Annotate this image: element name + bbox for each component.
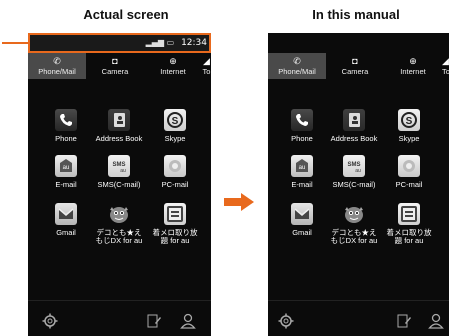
tab-bar: ✆ Phone/Mail ◘ Camera ⊕ Internet ◢ To xyxy=(28,53,211,79)
phone-icon xyxy=(55,109,77,131)
app-address-book[interactable]: Address Book xyxy=(87,109,151,143)
tab-label: Phone/Mail xyxy=(38,67,76,76)
app-skype[interactable]: S Skype xyxy=(377,109,441,143)
app-label: Phone xyxy=(55,134,77,143)
email-icon: au xyxy=(55,155,77,177)
tab-tools[interactable]: ◢ To xyxy=(442,53,449,79)
app-melody[interactable]: 着メロ取り放 題 for au xyxy=(143,203,207,245)
tab-internet[interactable]: ⊕ Internet xyxy=(144,53,202,79)
tools-icon: ◢ xyxy=(442,56,449,66)
svg-text:S: S xyxy=(172,116,179,127)
tab-internet[interactable]: ⊕ Internet xyxy=(384,53,442,79)
svg-text:au: au xyxy=(355,168,361,173)
edit-icon[interactable] xyxy=(146,313,162,334)
edit-icon[interactable] xyxy=(396,313,412,334)
app-label: Skype xyxy=(164,134,186,143)
phone-icon: ✆ xyxy=(53,56,61,66)
tab-tools[interactable]: ◢ To xyxy=(202,53,211,79)
bottom-bar xyxy=(268,300,449,336)
gmail-icon xyxy=(291,203,313,225)
phone-icon: ✆ xyxy=(293,56,301,66)
tab-label: Phone/Mail xyxy=(278,67,316,76)
app-label: Address Book xyxy=(95,134,143,143)
app-pc-mail[interactable]: PC-mail xyxy=(377,155,441,189)
tab-label: Internet xyxy=(400,67,426,76)
status-bar: ▂▄▆ ▭ 12:34 xyxy=(28,35,211,51)
settings-icon[interactable] xyxy=(42,313,58,334)
svg-text:au: au xyxy=(63,165,70,171)
bottom-bar xyxy=(28,300,211,336)
app-melody[interactable]: 着メロ取り放 題 for au xyxy=(377,203,441,245)
tab-camera[interactable]: ◘ Camera xyxy=(326,53,384,79)
callout-line xyxy=(2,42,30,44)
svg-text:au: au xyxy=(120,168,126,173)
app-label: デコとも★え もじDX for au xyxy=(95,228,143,245)
pc-mail-icon xyxy=(164,155,186,177)
tab-label: To xyxy=(202,67,211,76)
email-icon: au xyxy=(291,155,313,177)
gmail-icon xyxy=(55,203,77,225)
app-label: PC-mail xyxy=(395,180,423,189)
tab-bar: ✆ Phone/Mail ◘ Camera ⊕ Internet ◢ To xyxy=(268,53,449,79)
app-pc-mail[interactable]: PC-mail xyxy=(143,155,207,189)
arrow-right-icon xyxy=(224,193,254,211)
tab-camera[interactable]: ◘ Camera xyxy=(86,53,144,79)
skype-icon: S xyxy=(398,109,420,131)
globe-icon: ⊕ xyxy=(409,56,417,66)
app-label: E-mail xyxy=(291,180,313,189)
tab-label: Internet xyxy=(160,67,186,76)
camera-icon: ◘ xyxy=(352,56,358,66)
app-label: SMS(C-mail) xyxy=(332,180,376,189)
melody-icon xyxy=(164,203,186,225)
tools-icon: ◢ xyxy=(203,56,210,66)
caption-actual: Actual screen xyxy=(83,7,169,22)
app-deco[interactable]: デコとも★え もじDX for au xyxy=(87,203,151,245)
svg-text:au: au xyxy=(299,165,306,171)
app-label: Phone xyxy=(291,134,313,143)
globe-icon: ⊕ xyxy=(169,56,177,66)
signal-icon: ▂▄▆ ▭ xyxy=(145,38,175,47)
app-label: Skype xyxy=(398,134,420,143)
melody-icon xyxy=(398,203,420,225)
skype-icon: S xyxy=(164,109,186,131)
phone-icon xyxy=(291,109,313,131)
phone-screen-actual: ▂▄▆ ▭ 12:34 ✆ Phone/Mail ◘ Camera ⊕ Inte… xyxy=(28,33,211,336)
app-label: 着メロ取り放 題 for au xyxy=(386,228,432,245)
app-label: E-mail xyxy=(55,180,77,189)
address-book-icon xyxy=(108,109,130,131)
svg-text:S: S xyxy=(406,116,413,127)
app-sms[interactable]: SMS au SMS(C-mail) xyxy=(87,155,151,189)
tab-label: To xyxy=(442,67,449,76)
tab-phone-mail[interactable]: ✆ Phone/Mail xyxy=(28,53,86,79)
status-time: 12:34 xyxy=(181,38,207,48)
deco-icon xyxy=(343,203,365,225)
person-icon[interactable] xyxy=(428,313,444,334)
tab-label: Camera xyxy=(101,67,129,76)
sms-icon: SMS au xyxy=(343,155,365,177)
app-label: 着メロ取り放 題 for au xyxy=(152,228,198,245)
pc-mail-icon xyxy=(398,155,420,177)
deco-icon xyxy=(108,203,130,225)
app-label: PC-mail xyxy=(161,180,189,189)
app-skype[interactable]: S Skype xyxy=(143,109,207,143)
app-label: デコとも★え もじDX for au xyxy=(330,228,378,245)
tab-label: Camera xyxy=(341,67,369,76)
phone-screen-manual: ✆ Phone/Mail ◘ Camera ⊕ Internet ◢ To Ph… xyxy=(268,33,449,336)
app-label: SMS(C-mail) xyxy=(97,180,141,189)
app-label: Gmail xyxy=(56,228,76,237)
person-icon[interactable] xyxy=(180,313,196,334)
app-label: Gmail xyxy=(292,228,312,237)
camera-icon: ◘ xyxy=(112,56,118,66)
app-label: Address Book xyxy=(330,134,378,143)
settings-icon[interactable] xyxy=(278,313,294,334)
address-book-icon xyxy=(343,109,365,131)
caption-manual: In this manual xyxy=(312,7,400,22)
tab-phone-mail[interactable]: ✆ Phone/Mail xyxy=(268,53,326,79)
sms-icon: SMS au xyxy=(108,155,130,177)
